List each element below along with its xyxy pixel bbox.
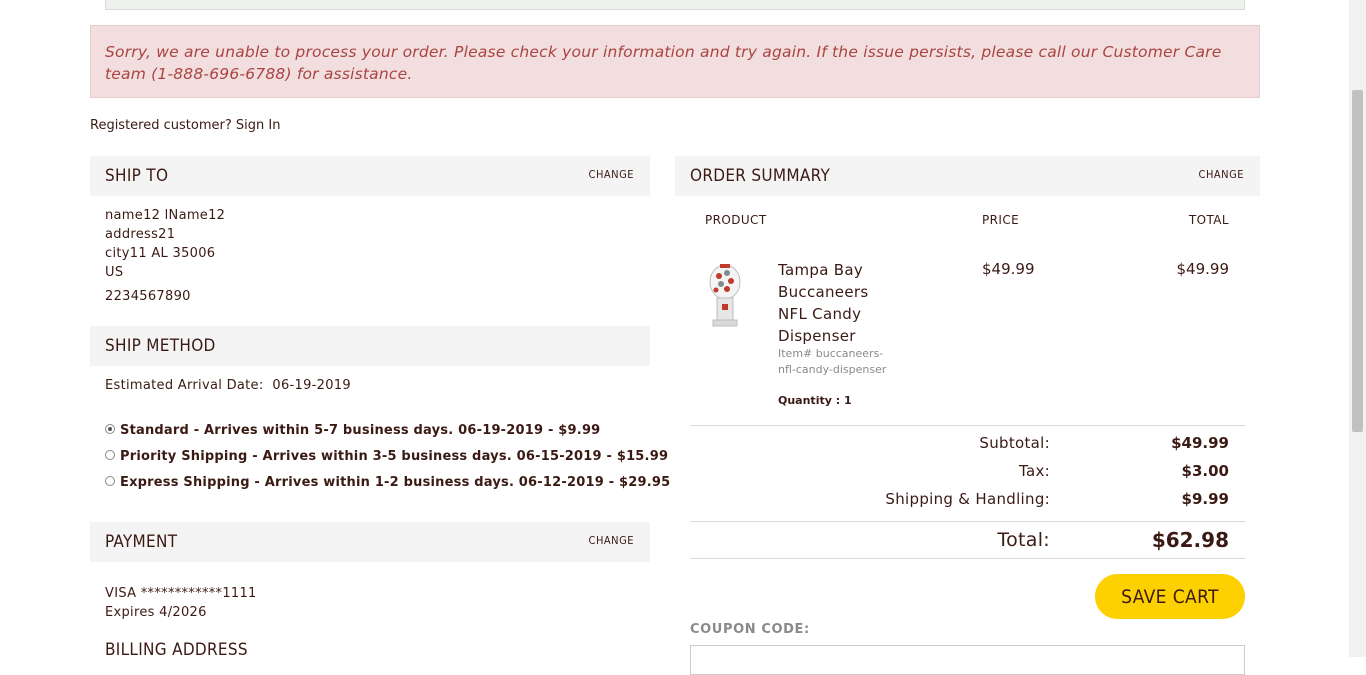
estimated-arrival: Estimated Arrival Date: 06-19-2019 <box>105 378 351 393</box>
column-product: PRODUCT <box>705 213 767 227</box>
ship-to-header: SHIP TO CHANGE <box>90 156 650 196</box>
ship-method-header: SHIP METHOD <box>90 326 650 366</box>
subtotal-value: $49.99 <box>1171 434 1229 452</box>
shipping-label: Shipping & Handling: <box>885 490 1050 508</box>
scrollbar-thumb[interactable] <box>1352 90 1363 432</box>
radio-button-selected[interactable] <box>105 423 115 434</box>
shipping-value: $9.99 <box>1181 490 1229 508</box>
tax-label: Tax: <box>1018 462 1050 480</box>
billing-address-title: BILLING ADDRESS <box>105 640 248 660</box>
ship-method-title: SHIP METHOD <box>105 336 216 356</box>
ship-option-standard[interactable]: Standard - Arrives within 5-7 business d… <box>105 423 600 438</box>
signin-link[interactable]: Sign In <box>236 118 281 133</box>
ship-option-label: Express Shipping - Arrives within 1-2 bu… <box>120 475 671 490</box>
error-alert: Sorry, we are unable to process your ord… <box>90 25 1260 98</box>
ship-to-title: SHIP TO <box>105 166 169 186</box>
product-name-link[interactable]: Tampa Bay Buccaneers NFL Candy Dispenser <box>778 259 898 347</box>
radio-button[interactable] <box>105 475 115 486</box>
divider <box>690 521 1245 522</box>
coupon-code-input[interactable] <box>690 645 1245 675</box>
ship-option-express[interactable]: Express Shipping - Arrives within 1-2 bu… <box>105 475 670 490</box>
payment-title: PAYMENT <box>105 532 178 552</box>
column-total: TOTAL <box>1188 213 1229 227</box>
estimated-arrival-date: 06-19-2019 <box>272 378 351 393</box>
product-total: $49.99 <box>1176 260 1230 278</box>
tax-value: $3.00 <box>1181 462 1229 480</box>
subtotal-label: Subtotal: <box>979 434 1050 452</box>
product-price: $49.99 <box>982 260 1035 278</box>
ship-to-address: address21 <box>105 227 176 242</box>
ship-option-label: Standard - Arrives within 5-7 business d… <box>120 423 601 438</box>
total-value: $62.98 <box>1151 528 1229 552</box>
save-cart-button[interactable]: SAVE CART <box>1095 574 1245 619</box>
signin-text: Registered customer? <box>90 118 232 133</box>
ship-to-country: US <box>105 265 124 280</box>
radio-button[interactable] <box>105 449 115 460</box>
column-price: PRICE <box>982 213 1020 227</box>
signin-prompt: Registered customer? Sign In <box>90 118 280 133</box>
product-quantity: Quantity : 1 <box>778 394 852 407</box>
payment-header: PAYMENT CHANGE <box>90 522 650 562</box>
product-item-number: Item# buccaneers-nfl-candy-dispenser <box>778 347 887 376</box>
ship-option-label: Priority Shipping - Arrives within 3-5 b… <box>120 449 669 464</box>
ship-option-priority[interactable]: Priority Shipping - Arrives within 3-5 b… <box>105 449 668 464</box>
ship-to-city: city11 AL 35006 <box>105 246 216 261</box>
order-summary-change-link[interactable]: CHANGE <box>1199 168 1244 181</box>
order-summary-header: ORDER SUMMARY CHANGE <box>675 156 1260 196</box>
candy-dispenser-image[interactable] <box>705 262 745 328</box>
payment-expires: Expires 4/2026 <box>105 605 207 620</box>
page-scrollbar[interactable] <box>1349 0 1366 657</box>
total-label: Total: <box>997 529 1050 551</box>
error-message: Sorry, we are unable to process your ord… <box>105 43 1222 83</box>
divider <box>690 425 1245 426</box>
payment-card: VISA ************1111 <box>105 586 257 601</box>
divider <box>690 558 1245 559</box>
coupon-code-label: COUPON CODE: <box>690 622 810 637</box>
ship-to-name: name12 lName12 <box>105 208 226 223</box>
order-summary-title: ORDER SUMMARY <box>690 166 831 186</box>
ship-to-change-link[interactable]: CHANGE <box>589 168 634 181</box>
top-notice-strip <box>105 0 1245 10</box>
estimated-arrival-label: Estimated Arrival Date: <box>105 378 264 393</box>
payment-change-link[interactable]: CHANGE <box>589 534 634 547</box>
ship-to-phone: 2234567890 <box>105 289 191 304</box>
